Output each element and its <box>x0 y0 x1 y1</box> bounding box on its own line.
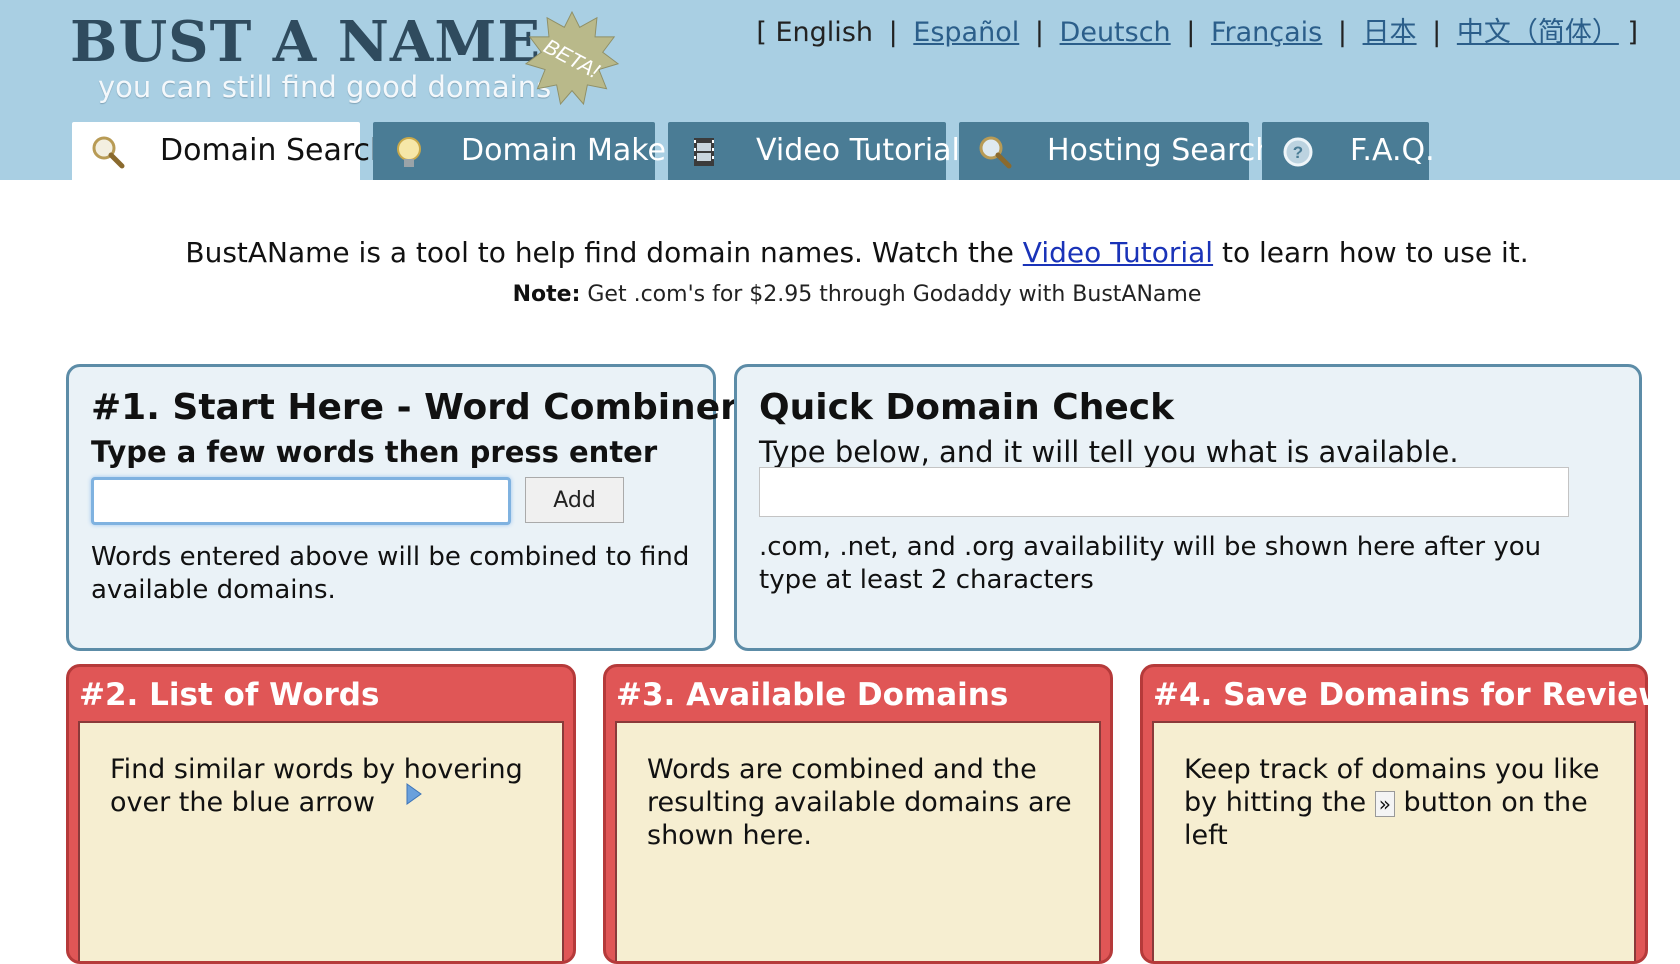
language-separator: | <box>1337 17 1347 48</box>
available-domains-title: #3. Available Domains <box>616 677 1009 713</box>
quick-check-subtitle: Type below, and it will tell you what is… <box>759 435 1459 469</box>
quick-check-input[interactable] <box>759 467 1569 517</box>
language-link-de[interactable]: Deutsch <box>1060 17 1171 48</box>
tab-label: Domain Search <box>160 133 390 168</box>
list-of-words-title: #2. List of Words <box>79 677 380 713</box>
word-combiner-title: #1. Start Here - Word Combiner <box>91 387 738 428</box>
word-combiner-panel: #1. Start Here - Word Combiner Type a fe… <box>66 364 738 651</box>
word-combiner-subtitle: Type a few words then press enter <box>91 435 658 469</box>
save-arrow-button-sample: » <box>1374 790 1395 817</box>
logo-tagline: you can still find good domains <box>98 70 552 104</box>
language-separator: | <box>888 17 898 48</box>
magnifier-icon <box>92 136 125 169</box>
language-separator: | <box>1034 17 1044 48</box>
list-of-words-panel: #2. List of Words Find similar words by … <box>66 664 576 964</box>
logo-title: BUST A NAME <box>70 9 542 75</box>
save-domains-body: Keep track of domains you like by hittin… <box>1152 721 1636 961</box>
language-switcher: [ English | Español | Deutsch | Français… <box>756 10 1638 49</box>
list-of-words-body: Find similar words by hovering over the … <box>78 721 564 961</box>
quick-domain-check-panel: Quick Domain Check Type below, and it wi… <box>734 364 1642 651</box>
language-link-ja[interactable]: 日本 <box>1363 17 1417 48</box>
tab-faq[interactable]: ? F.A.Q. <box>1262 122 1435 180</box>
help-icon: ? <box>1283 137 1313 167</box>
beta-badge-icon: BETA! <box>524 10 620 106</box>
promo-note: Note: Get .com's for $2.95 through Godad… <box>0 282 1680 307</box>
tab-label: Hosting Search <box>1047 133 1275 168</box>
language-link-es[interactable]: Español <box>913 17 1019 48</box>
intro-after: to learn how to use it. <box>1213 236 1529 269</box>
note-label: Note: <box>512 282 581 307</box>
list-of-words-text: Find similar words by hovering over the … <box>110 753 540 819</box>
blue-arrow-icon <box>406 783 422 805</box>
tab-hosting-search[interactable]: Hosting Search <box>959 122 1274 180</box>
language-separator: | <box>1186 17 1196 48</box>
available-domains-body: Words are combined and the resulting ava… <box>615 721 1101 961</box>
site-header: BUST A NAME you can still find good doma… <box>0 0 1680 180</box>
language-bracket-close: ] <box>1627 17 1638 48</box>
available-domains-panel: #3. Available Domains Words are combined… <box>603 664 1113 964</box>
tab-label: F.A.Q. <box>1350 133 1435 168</box>
language-link-fr[interactable]: Français <box>1211 17 1322 48</box>
language-link-zh[interactable]: 中文（简体） <box>1457 17 1619 48</box>
add-word-button[interactable]: Add <box>525 477 624 523</box>
available-domains-text: Words are combined and the resulting ava… <box>647 754 1072 851</box>
language-current: English <box>775 17 874 48</box>
site-logo[interactable]: BUST A NAME you can still find good doma… <box>70 6 620 106</box>
save-domains-title: #4. Save Domains for Review <box>1153 677 1667 713</box>
word-combiner-description: Words entered above will be combined to … <box>91 542 690 605</box>
quick-check-title: Quick Domain Check <box>759 387 1175 428</box>
tab-video-tutorial[interactable]: Video Tutorial <box>668 122 960 180</box>
list-of-words-hint: Find similar words by hovering over the … <box>110 754 523 818</box>
save-domains-panel: #4. Save Domains for Review Keep track o… <box>1140 664 1667 964</box>
video-tutorial-link[interactable]: Video Tutorial <box>1023 236 1213 269</box>
tab-domain-search[interactable]: Domain Search <box>72 122 389 180</box>
svg-text:?: ? <box>1293 143 1303 162</box>
tab-domain-maker[interactable]: Domain Maker <box>373 122 678 180</box>
intro-text: BustAName is a tool to help find domain … <box>0 236 1680 269</box>
tab-label: Domain Maker <box>461 133 679 168</box>
language-separator: | <box>1432 17 1442 48</box>
save-domains-text: Keep track of domains you like by hittin… <box>1184 753 1612 852</box>
language-bracket-open: [ <box>756 17 767 48</box>
lightbulb-icon <box>397 137 421 167</box>
note-text: Get .com's for $2.95 through Godaddy wit… <box>580 282 1202 307</box>
quick-check-description: .com, .net, and .org availability will b… <box>759 532 1542 595</box>
word-input[interactable] <box>91 477 511 525</box>
magnifier-icon <box>979 136 1012 169</box>
intro-before: BustAName is a tool to help find domain … <box>185 236 1023 269</box>
tab-label: Video Tutorial <box>756 133 960 168</box>
film-icon <box>694 138 714 166</box>
